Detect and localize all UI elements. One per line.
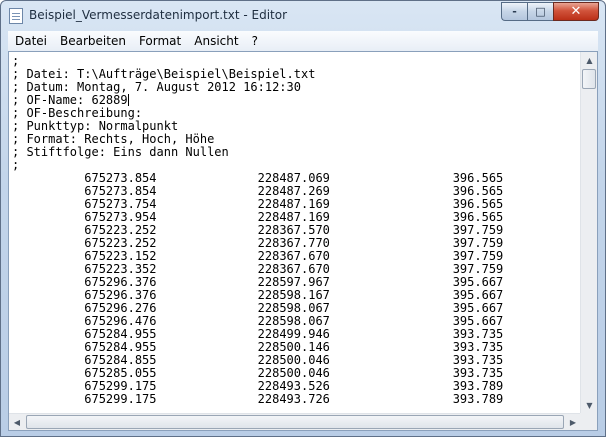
hoehe-value: 393.735 <box>329 340 504 354</box>
hoehe-value: 395.667 <box>329 301 504 315</box>
rechts-value: 675223.152 <box>12 249 157 263</box>
hoehe-value: 396.565 <box>329 184 504 198</box>
hoch-value: 228487.269 <box>156 184 330 198</box>
vertical-scrollbar[interactable]: ▲ ▼ <box>580 52 597 413</box>
rechts-value: 675299.175 <box>12 379 157 393</box>
rechts-value: 675273.854 <box>12 171 157 185</box>
hoehe-value: 395.667 <box>329 275 504 289</box>
hoehe-value: 393.735 <box>329 327 504 341</box>
horizontal-scrollbar[interactable]: ◀ ▶ <box>9 413 581 430</box>
hoehe-value: 397.759 <box>329 223 504 237</box>
rechts-value: 675273.854 <box>12 184 157 198</box>
hoehe-value: 393.735 <box>329 353 504 367</box>
menu-format[interactable]: Format <box>132 34 187 48</box>
size-grip[interactable] <box>580 413 597 430</box>
hoch-value: 228598.167 <box>156 288 330 302</box>
hoch-value: 228493.726 <box>156 392 330 406</box>
hoehe-value: 397.759 <box>329 262 504 276</box>
header-line: ; Stiftfolge: Eins dann Nullen <box>12 145 229 159</box>
hoch-value: 228493.526 <box>156 379 330 393</box>
hoch-value: 228487.069 <box>156 171 330 185</box>
hoch-value: 228500.146 <box>156 340 330 354</box>
rechts-value: 675296.376 <box>12 275 157 289</box>
rechts-value: 675273.754 <box>12 197 157 211</box>
rechts-value: 675284.955 <box>12 327 157 341</box>
editor-client-area: ; ; Datei: T:\Aufträge\Beispiel\Beispiel… <box>8 51 598 431</box>
close-button[interactable]: ✕ <box>553 2 599 21</box>
scroll-up-arrow-icon[interactable]: ▲ <box>582 52 597 68</box>
hoehe-value: 395.667 <box>329 314 504 328</box>
hoch-value: 228367.670 <box>156 249 330 263</box>
menu-help[interactable]: ? <box>245 34 264 48</box>
rechts-value: 675296.476 <box>12 314 157 328</box>
menu-ansicht[interactable]: Ansicht <box>187 34 244 48</box>
window-title: Beispiel_Vermesserdatenimport.txt - Edit… <box>29 8 288 22</box>
caption-buttons: - □ ✕ <box>501 2 599 21</box>
hoehe-value: 397.759 <box>329 249 504 263</box>
hoch-value: 228367.670 <box>156 262 330 276</box>
text-caret <box>127 94 129 106</box>
rechts-value: 675223.252 <box>12 223 157 237</box>
hoch-value: 228487.169 <box>156 210 330 224</box>
hoehe-value: 396.565 <box>329 171 504 185</box>
hoehe-value: 395.667 <box>329 288 504 302</box>
hoehe-value: 393.789 <box>329 379 504 393</box>
rechts-value: 675284.855 <box>12 353 157 367</box>
rechts-value: 675284.955 <box>12 340 157 354</box>
hoch-value: 228500.046 <box>156 366 330 380</box>
minimize-button[interactable]: - <box>501 2 527 21</box>
hoehe-value: 393.735 <box>329 366 504 380</box>
data-row: 675299.175 228493.726 393.789 <box>12 393 584 406</box>
hoch-value: 228367.770 <box>156 236 330 250</box>
scroll-down-arrow-icon[interactable]: ▼ <box>582 397 597 413</box>
menu-bearbeiten[interactable]: Bearbeiten <box>53 34 132 48</box>
horizontal-scroll-thumb[interactable] <box>26 415 564 429</box>
hoch-value: 228598.067 <box>156 314 330 328</box>
scroll-left-arrow-icon[interactable]: ◀ <box>9 415 25 430</box>
hoehe-value: 397.759 <box>329 236 504 250</box>
hoehe-value: 396.565 <box>329 210 504 224</box>
rechts-value: 675223.252 <box>12 236 157 250</box>
text-area[interactable]: ; ; Datei: T:\Aufträge\Beispiel\Beispiel… <box>12 55 584 415</box>
hoehe-value: 396.565 <box>329 197 504 211</box>
rechts-value: 675296.276 <box>12 301 157 315</box>
title-bar[interactable]: Beispiel_Vermesserdatenimport.txt - Edit… <box>1 1 605 31</box>
rechts-value: 675296.376 <box>12 288 157 302</box>
rechts-value: 675273.954 <box>12 210 157 224</box>
hoch-value: 228499.946 <box>156 327 330 341</box>
rechts-value: 675285.055 <box>12 366 157 380</box>
scroll-right-arrow-icon[interactable]: ▶ <box>565 415 581 430</box>
hoch-value: 228367.570 <box>156 223 330 237</box>
hoch-value: 228500.046 <box>156 353 330 367</box>
notepad-icon <box>9 8 23 24</box>
vertical-scroll-thumb[interactable] <box>582 69 596 89</box>
editor-window: Beispiel_Vermesserdatenimport.txt - Edit… <box>0 0 606 437</box>
menu-bar: Datei Bearbeiten Format Ansicht ? <box>8 31 598 51</box>
menu-datei[interactable]: Datei <box>8 34 53 48</box>
data-lines: 675273.854 228487.069 396.565 675273.854… <box>12 172 584 406</box>
hoehe-value: 393.789 <box>329 392 504 406</box>
hoch-value: 228598.067 <box>156 301 330 315</box>
header-line-text: ; OF-Name: 62889 <box>12 93 128 107</box>
maximize-button[interactable]: □ <box>527 2 553 21</box>
hoch-value: 228487.169 <box>156 197 330 211</box>
hoch-value: 228597.967 <box>156 275 330 289</box>
rechts-value: 675299.175 <box>12 392 157 406</box>
rechts-value: 675223.352 <box>12 262 157 276</box>
